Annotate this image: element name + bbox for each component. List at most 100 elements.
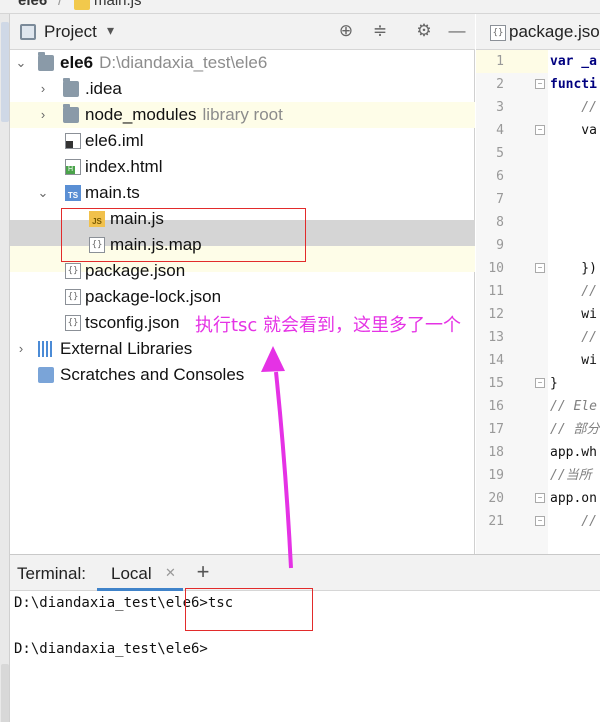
json-file-icon: {} <box>65 289 81 305</box>
iml-file-icon <box>65 133 81 149</box>
plus-icon[interactable]: + <box>192 559 214 585</box>
fold-marker-icon[interactable]: − <box>535 516 545 526</box>
fold-marker-icon[interactable]: − <box>535 263 545 273</box>
terminal-line: D:\diandaxia_test\ele6> <box>14 641 208 657</box>
line-number: 15 <box>488 376 504 391</box>
breadcrumb-file[interactable]: main.js <box>94 0 142 9</box>
line-number: 3 <box>496 100 504 115</box>
code-line: // <box>550 330 597 345</box>
fold-marker-icon[interactable]: − <box>535 79 545 89</box>
folder-icon <box>38 52 54 71</box>
tree-item-label: .idea <box>85 79 122 98</box>
line-number: 16 <box>488 399 504 414</box>
line-number: 11 <box>488 284 504 299</box>
code-line: functi <box>550 77 597 92</box>
line-number: 21 <box>488 514 504 529</box>
locate-icon[interactable]: ⊕ <box>335 20 357 42</box>
structure-tool-tab[interactable] <box>1 664 9 722</box>
line-number: 10 <box>488 261 504 276</box>
project-panel: Project ▾ ⊕ ≑ ⚙ — ⌄ ele6 D:\diandaxia_tes… <box>10 14 475 554</box>
tree-item-index-html[interactable]: index.html <box>10 154 475 180</box>
tab-local[interactable]: Local ✕ <box>97 555 183 591</box>
library-root-hint: library root <box>202 105 283 124</box>
editor-panel: {} package.json var _a functi // va }) //… <box>476 14 600 554</box>
code-line: //当所 <box>550 468 592 483</box>
chevron-right-icon[interactable]: › <box>14 336 28 362</box>
project-tool-tab[interactable] <box>1 22 9 122</box>
code-line: // 部分 <box>550 422 600 437</box>
code-line: app.on <box>550 491 597 506</box>
minimize-icon[interactable]: — <box>446 20 468 42</box>
fold-marker-icon[interactable]: − <box>535 125 545 135</box>
json-file-icon: {} <box>65 315 81 331</box>
library-icon <box>38 341 54 357</box>
annotation-text: 执行tsc 就会看到，这里多了一个 <box>195 315 462 336</box>
line-number: 2 <box>496 77 504 92</box>
tree-item-ele6-iml[interactable]: ele6.iml <box>10 128 475 154</box>
html-file-icon <box>65 159 81 175</box>
fold-marker-icon[interactable]: − <box>535 378 545 388</box>
ts-file-icon: TS <box>65 185 81 201</box>
code-line: }) <box>550 261 597 276</box>
tree-item-label: External Libraries <box>60 339 193 358</box>
tree-item-external-libraries[interactable]: › External Libraries <box>10 336 475 362</box>
collapse-icon[interactable]: ≑ <box>369 20 391 42</box>
line-number: 7 <box>496 192 504 207</box>
tree-item-label: node_modules <box>85 105 197 124</box>
line-number: 17 <box>488 422 504 437</box>
code-area[interactable]: var _a functi // va }) // wi // wi} // Ele… <box>548 50 600 554</box>
close-icon[interactable]: ✕ <box>165 565 176 581</box>
code-line: } <box>550 376 558 391</box>
tree-item-package-lock-json[interactable]: {} package-lock.json <box>10 284 475 310</box>
line-number: 19 <box>488 468 504 483</box>
code-line: wi <box>550 307 597 322</box>
line-number: 4 <box>496 123 504 138</box>
line-number: 20 <box>488 491 504 506</box>
terminal-title: Terminal: <box>17 564 86 583</box>
code-line: va <box>550 123 597 138</box>
breadcrumb-project[interactable]: ele6 <box>18 0 47 9</box>
chevron-down-icon[interactable]: ▾ <box>107 22 114 39</box>
json-file-icon: {} <box>65 263 81 279</box>
terminal-tabbar: Terminal: Local ✕ + <box>10 555 600 591</box>
terminal-panel: Terminal: Local ✕ + D:\diandaxia_test\el… <box>10 554 600 722</box>
fold-marker-icon[interactable]: − <box>535 493 545 503</box>
tree-item-label: package-lock.json <box>85 287 222 306</box>
code-line: // <box>550 100 597 115</box>
line-number: 8 <box>496 215 504 230</box>
chevron-down-icon[interactable]: ⌄ <box>36 180 50 206</box>
line-number: 1 <box>496 54 504 69</box>
line-number: 18 <box>488 445 504 460</box>
chevron-right-icon[interactable]: › <box>36 76 50 102</box>
line-number: 14 <box>488 353 504 368</box>
line-number: 12 <box>488 307 504 322</box>
code-line: // <box>550 514 597 529</box>
tree-item-main-ts[interactable]: ⌄ TS main.ts <box>10 180 475 206</box>
json-file-icon: {} <box>490 25 506 41</box>
code-line: app.wh <box>550 445 597 460</box>
chevron-right-icon[interactable]: › <box>36 102 50 128</box>
tree-item-idea[interactable]: › .idea <box>10 76 475 102</box>
line-number: 6 <box>496 169 504 184</box>
tree-item-scratches[interactable]: Scratches and Consoles <box>10 362 475 388</box>
project-panel-title[interactable]: Project <box>44 22 97 42</box>
tree-item-label: Scratches and Consoles <box>60 365 245 384</box>
tree-root-ele6[interactable]: ⌄ ele6 D:\diandaxia_test\ele6 <box>10 50 475 76</box>
left-tool-strip <box>0 14 10 722</box>
root-path: D:\diandaxia_test\ele6 <box>99 53 268 72</box>
line-number: 5 <box>496 146 504 161</box>
gear-icon[interactable]: ⚙ <box>413 20 435 42</box>
tree-item-label: ele6.iml <box>85 131 144 150</box>
breadcrumb: ele6 / main.js <box>0 0 600 14</box>
project-toolbar: Project ▾ ⊕ ≑ ⚙ — <box>10 14 475 50</box>
tree-item-node-modules[interactable]: › node_modules library root <box>10 102 475 128</box>
folder-icon <box>63 104 79 123</box>
scratches-icon <box>38 367 54 383</box>
root-name: ele6 <box>60 53 94 72</box>
folder-icon <box>63 78 79 97</box>
annotation-box-files <box>61 208 306 262</box>
editor-tab[interactable]: {} package.json <box>476 14 600 50</box>
chevron-down-icon[interactable]: ⌄ <box>14 50 28 76</box>
annotation-box-command <box>185 588 313 631</box>
editor-tab-label[interactable]: package.json <box>509 22 600 42</box>
